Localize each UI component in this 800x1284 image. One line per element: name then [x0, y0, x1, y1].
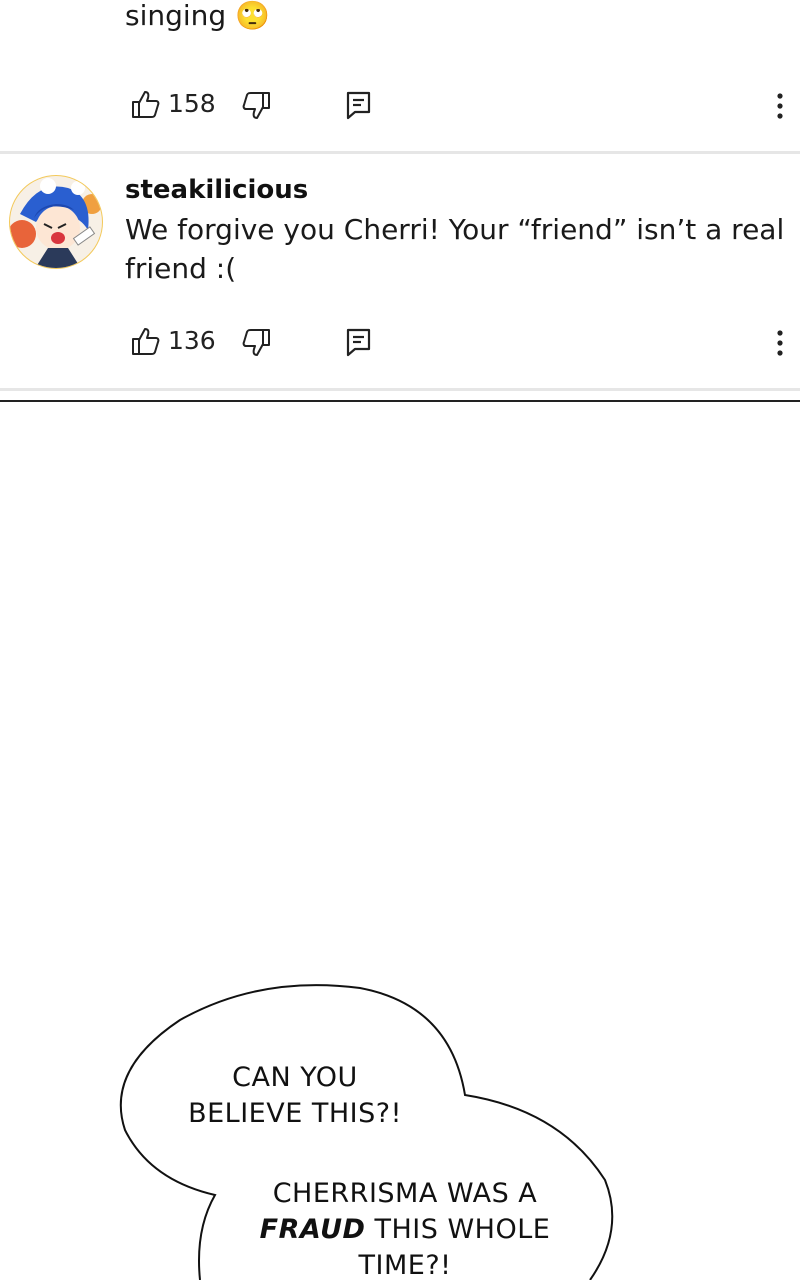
- comment-2-line-2: friend :(: [125, 252, 237, 285]
- comment-1-text: singing 🙄: [125, 0, 270, 35]
- thumbs-up-icon[interactable]: [130, 89, 160, 123]
- thumbs-up-icon[interactable]: [130, 326, 160, 360]
- comment-divider: [0, 151, 800, 154]
- bubble-2-line-2: FRAUD THIS WHOLE: [240, 1212, 570, 1248]
- more-vertical-icon[interactable]: [772, 329, 788, 361]
- bubble-2-line-3: TIME?!: [358, 1250, 452, 1281]
- reply-comment-icon[interactable]: [345, 90, 373, 124]
- reply-comment-icon[interactable]: [345, 327, 373, 361]
- comment-2-text: We forgive you Cherri! Your “friend” isn…: [125, 210, 784, 288]
- speech-bubble-2-text: CHERRISMA WAS A FRAUD THIS WHOLE TIME?!: [240, 1176, 570, 1284]
- like-count: 158: [168, 89, 216, 118]
- comment-username[interactable]: steakilicious: [125, 175, 308, 205]
- avatar[interactable]: [8, 174, 104, 270]
- bubble-1-line-1: CAN YOU: [232, 1062, 358, 1093]
- rolling-eyes-emoji: 🙄: [235, 0, 270, 32]
- comment-2-line-1: We forgive you Cherri! Your “friend” isn…: [125, 213, 785, 246]
- comment-2-actions: 136: [130, 321, 790, 361]
- comment-divider: [0, 388, 800, 391]
- speech-bubble-1-text: CAN YOU BELIEVE THIS?!: [170, 1060, 420, 1132]
- bubble-2-line-2-rest: THIS WHOLE: [365, 1214, 551, 1245]
- comic-panel-border: [0, 400, 800, 402]
- comment-1-text-tail: singing: [125, 0, 227, 32]
- comment-1-actions: 158: [130, 84, 790, 124]
- bubble-1-line-2: BELIEVE THIS?!: [188, 1098, 402, 1129]
- bubble-2-emphasis: FRAUD: [259, 1214, 366, 1245]
- bubble-2-line-1: CHERRISMA WAS A: [272, 1178, 538, 1209]
- thumbs-down-icon[interactable]: [242, 328, 272, 362]
- like-count: 136: [168, 326, 216, 355]
- more-vertical-icon[interactable]: [772, 92, 788, 124]
- thumbs-down-icon[interactable]: [242, 91, 272, 125]
